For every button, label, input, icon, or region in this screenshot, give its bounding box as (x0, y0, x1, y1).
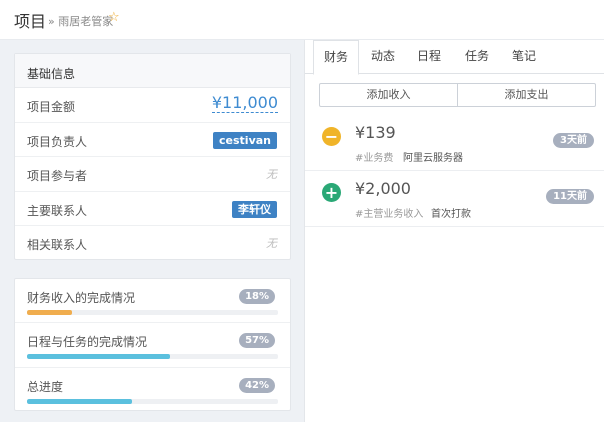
breadcrumb[interactable]: » 雨居老管家 (48, 13, 113, 29)
tab-tasks[interactable]: 任务 (455, 40, 499, 74)
progress-track (27, 310, 278, 315)
tab-activity[interactable]: 动态 (361, 40, 405, 74)
plus-icon: + (322, 183, 341, 202)
entry-amount: ¥139 (355, 123, 396, 142)
entry-amount: ¥2,000 (355, 179, 411, 198)
info-label: 项目负责人 (27, 134, 88, 149)
main-contact-tag[interactable]: 李轩仪 (232, 200, 277, 218)
progress-label: 财务收入的完成情况 (27, 291, 136, 305)
info-row-amount: 项目金额 ¥11,000 (15, 88, 290, 123)
progress-percent-badge: 57% (239, 333, 275, 349)
tab-finance[interactable]: 财务 (313, 40, 359, 75)
page-title: 项目 (14, 12, 47, 31)
entry-time-badge: 11天前 (546, 189, 594, 204)
progress-percent-badge: 18% (239, 289, 275, 304)
tab-schedule[interactable]: 日程 (407, 40, 451, 74)
project-amount[interactable]: ¥11,000 (211, 93, 278, 113)
progress-row-total: 总进度 42% (15, 368, 290, 412)
owner-tag[interactable]: cestivan (213, 131, 277, 149)
progress-row-tasks: 日程与任务的完成情况 57% (15, 323, 290, 368)
tab-notes[interactable]: 笔记 (502, 40, 546, 74)
right-panel: 财务 动态 日程 任务 笔记 添加收入 添加支出 − ¥139 #业务费 阿里云… (304, 40, 604, 422)
entry-time-badge: 3天前 (553, 133, 594, 148)
tab-bar: 财务 动态 日程 任务 笔记 (305, 40, 604, 75)
page-header: 项目 » 雨居老管家 ☆ (0, 0, 604, 40)
finance-action-buttons: 添加收入 添加支出 (319, 83, 596, 107)
entry-note: 阿里云服务器 (403, 153, 463, 164)
progress-track (27, 354, 278, 360)
info-row-owner: 项目负责人 cestivan (15, 123, 290, 158)
info-row-main-contact: 主要联系人 李轩仪 (15, 192, 290, 227)
related-contacts-empty: 无 (266, 237, 277, 251)
progress-fill (27, 310, 73, 315)
entry-category[interactable]: #业务费 (355, 149, 393, 164)
progress-track (27, 398, 278, 404)
participants-empty: 无 (266, 168, 277, 182)
progress-row-income: 财务收入的完成情况 18% (15, 279, 290, 324)
basic-info-card: 基础信息 项目金额 ¥11,000 项目负责人 cestivan 项目参与者 无… (14, 53, 291, 260)
info-label: 主要联系人 (27, 203, 88, 218)
info-row-participants: 项目参与者 无 (15, 157, 290, 192)
progress-label: 总进度 (27, 379, 64, 394)
info-label: 项目金额 (27, 100, 76, 114)
finance-entry[interactable]: + ¥2,000 #主营业务收入 首次打款 11天前 (305, 171, 604, 227)
info-label: 项目参与者 (27, 169, 88, 184)
left-panel: 基础信息 项目金额 ¥11,000 项目负责人 cestivan 项目参与者 无… (0, 40, 304, 422)
progress-card: 财务收入的完成情况 18% 日程与任务的完成情况 57% 总进度 42% (14, 278, 291, 411)
minus-icon: − (322, 127, 341, 146)
info-label: 相关联系人 (27, 238, 88, 253)
add-expense-button[interactable]: 添加支出 (457, 83, 596, 107)
progress-label: 日程与任务的完成情况 (27, 335, 148, 350)
basic-info-title: 基础信息 (15, 54, 290, 88)
info-row-related-contacts: 相关联系人 无 (15, 226, 290, 261)
progress-fill (27, 398, 133, 404)
finance-entry[interactable]: − ¥139 #业务费 阿里云服务器 3天前 (305, 115, 604, 171)
entry-note: 首次打款 (431, 209, 471, 220)
star-icon[interactable]: ☆ (108, 11, 120, 24)
add-income-button[interactable]: 添加收入 (319, 83, 458, 107)
progress-fill (27, 354, 171, 360)
entry-category[interactable]: #主营业务收入 (355, 205, 423, 220)
progress-percent-badge: 42% (239, 377, 275, 393)
